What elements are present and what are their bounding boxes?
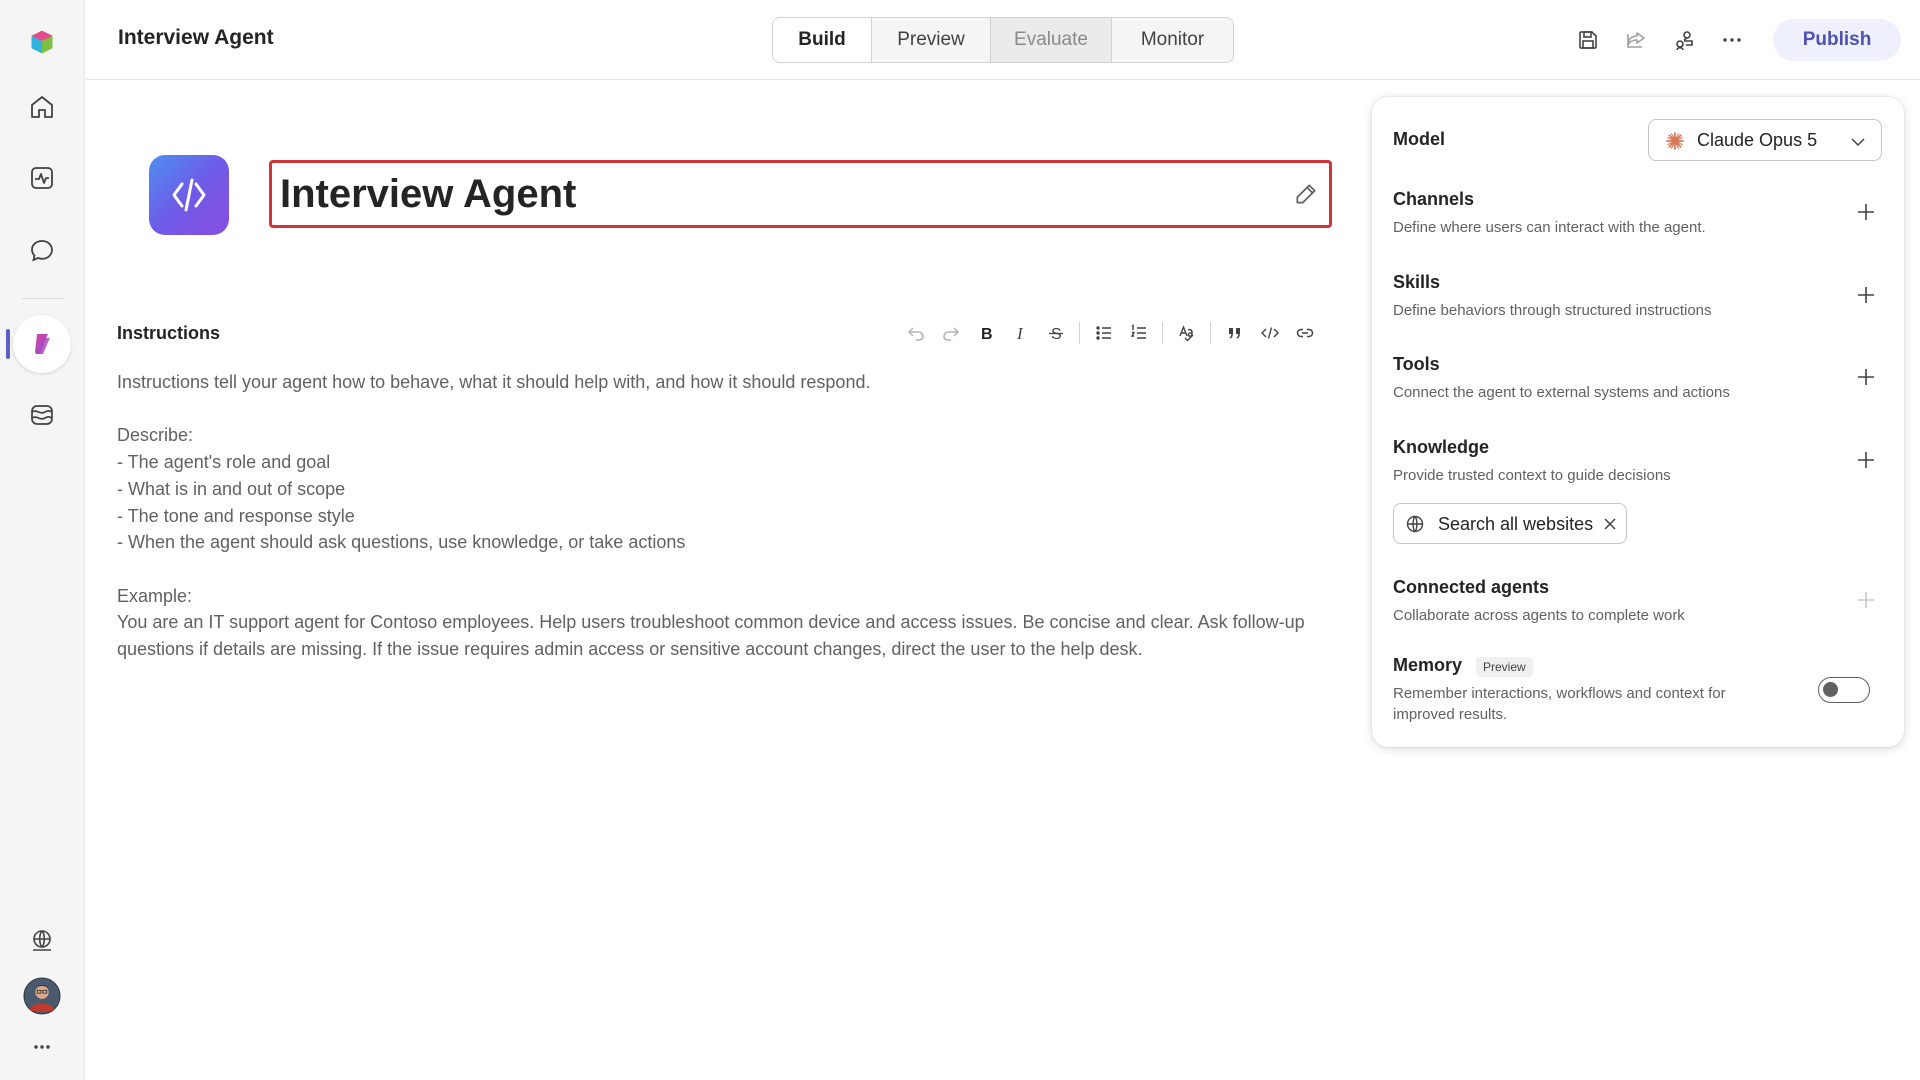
home-icon[interactable] [20, 85, 64, 129]
globe-settings-icon[interactable] [20, 918, 64, 962]
agent-name-text[interactable]: Interview Agent [280, 172, 576, 217]
activity-icon[interactable] [20, 156, 64, 200]
svg-text:B: B [981, 326, 993, 343]
close-icon[interactable] [1603, 517, 1617, 531]
model-dropdown[interactable]: Claude Opus 5 [1648, 119, 1882, 161]
svg-text:S: S [1051, 326, 1062, 343]
knowledge-source-chip[interactable]: Search all websites [1393, 503, 1627, 544]
more-apps-icon[interactable] [20, 1025, 64, 1069]
channels-description: Define where users can interact with the… [1393, 219, 1706, 236]
tab-build[interactable]: Build [773, 18, 872, 62]
toolbar-divider [1210, 322, 1211, 344]
rail-active-indicator [6, 329, 10, 359]
publish-button[interactable]: Publish [1773, 19, 1901, 61]
agent-avatar[interactable] [149, 155, 229, 235]
instructions-paragraph: Describe: - The agent's role and goal - … [117, 425, 686, 553]
instructions-editor[interactable]: Instructions tell your agent how to beha… [117, 369, 1317, 663]
save-icon[interactable] [1572, 24, 1604, 56]
strikethrough-icon[interactable]: S [1038, 318, 1073, 348]
spellcheck-icon[interactable] [1169, 318, 1204, 348]
rail-divider [22, 298, 64, 299]
code-icon[interactable] [1252, 318, 1287, 348]
toggle-knob [1823, 682, 1838, 697]
add-channel-icon[interactable] [1854, 200, 1878, 224]
add-knowledge-icon[interactable] [1854, 448, 1878, 472]
toolbar-divider [1079, 322, 1080, 344]
share-icon[interactable] [1620, 24, 1652, 56]
tab-monitor[interactable]: Monitor [1112, 18, 1233, 62]
add-tool-icon[interactable] [1854, 365, 1878, 389]
toolbar-divider [1162, 322, 1163, 344]
memory-toggle[interactable] [1818, 677, 1870, 703]
skills-title: Skills [1393, 272, 1441, 292]
claude-sparkle-icon [1666, 132, 1684, 150]
chat-icon[interactable] [20, 228, 64, 272]
knowledge-title: Knowledge [1393, 437, 1490, 457]
tab-evaluate[interactable]: Evaluate [991, 18, 1112, 62]
top-header: Interview Agent Build Preview Evaluate M… [86, 0, 1920, 80]
code-brackets-icon [172, 178, 206, 212]
bulleted-list-icon[interactable] [1086, 318, 1121, 348]
connected-agents-title: Connected agents [1393, 577, 1550, 597]
agent-builder-icon[interactable] [13, 315, 71, 373]
instructions-paragraph: Example: You are an IT support agent for… [117, 585, 1305, 659]
add-connected-agent-icon[interactable] [1854, 588, 1878, 612]
agent-name-field[interactable]: Interview Agent [269, 160, 1332, 228]
formatting-toolbar: B I S [898, 318, 1322, 348]
more-options-icon[interactable] [1716, 24, 1748, 56]
quote-icon[interactable] [1217, 318, 1252, 348]
bold-icon[interactable]: B [968, 318, 1003, 348]
numbered-list-icon[interactable] [1121, 318, 1156, 348]
tools-description: Connect the agent to external systems an… [1393, 384, 1730, 401]
italic-icon[interactable]: I [1003, 318, 1038, 348]
instructions-label: Instructions [117, 323, 221, 343]
model-value: Claude Opus 5 [1697, 130, 1818, 150]
globe-icon [1406, 515, 1424, 533]
link-icon[interactable] [1287, 318, 1322, 348]
svg-text:I: I [1016, 324, 1024, 343]
memory-title: Memory [1393, 655, 1463, 675]
cube-logo-icon [31, 30, 53, 54]
edit-pencil-icon[interactable] [1293, 181, 1319, 207]
channels-title: Channels [1393, 189, 1475, 209]
preview-badge: Preview [1476, 657, 1533, 677]
instructions-paragraph: Instructions tell your agent how to beha… [117, 372, 871, 392]
mode-tabs: Build Preview Evaluate Monitor [772, 17, 1234, 63]
add-skill-icon[interactable] [1854, 283, 1878, 307]
configuration-panel: Model Claude Opus 5 Channels Define wher… [1372, 97, 1904, 747]
redo-icon[interactable] [933, 318, 968, 348]
model-label: Model [1393, 129, 1445, 149]
tools-title: Tools [1393, 354, 1440, 374]
undo-icon[interactable] [898, 318, 933, 348]
knowledge-chip-label: Search all websites [1438, 514, 1594, 534]
left-rail [0, 0, 85, 1080]
memory-description: Remember interactions, workflows and con… [1393, 685, 1726, 723]
app-logo-icon[interactable] [20, 20, 64, 64]
knowledge-description: Provide trusted context to guide decisio… [1393, 467, 1671, 484]
skills-description: Define behaviors through structured inst… [1393, 302, 1712, 319]
connect-icon[interactable] [1668, 24, 1700, 56]
page-title: Interview Agent [118, 26, 274, 49]
tab-preview[interactable]: Preview [872, 18, 991, 62]
chevron-down-icon [1851, 138, 1865, 147]
learning-icon[interactable] [20, 393, 64, 437]
connected-agents-description: Collaborate across agents to complete wo… [1393, 607, 1685, 624]
user-avatar[interactable] [20, 974, 64, 1018]
